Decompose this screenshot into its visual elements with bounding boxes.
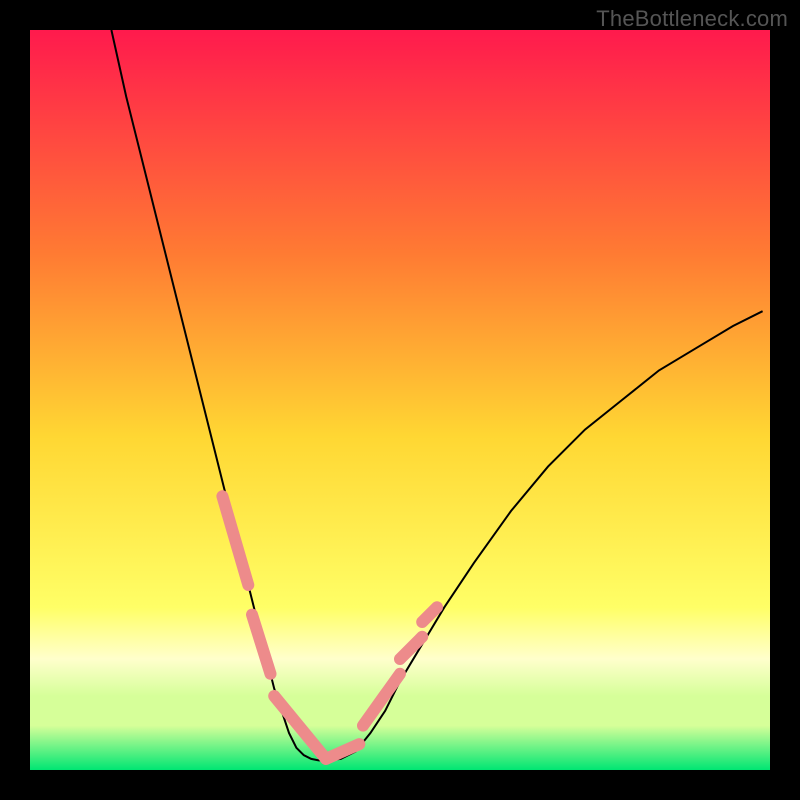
watermark-text: TheBottleneck.com	[596, 6, 788, 32]
bottleneck-chart	[30, 30, 770, 770]
chart-frame	[30, 30, 770, 770]
